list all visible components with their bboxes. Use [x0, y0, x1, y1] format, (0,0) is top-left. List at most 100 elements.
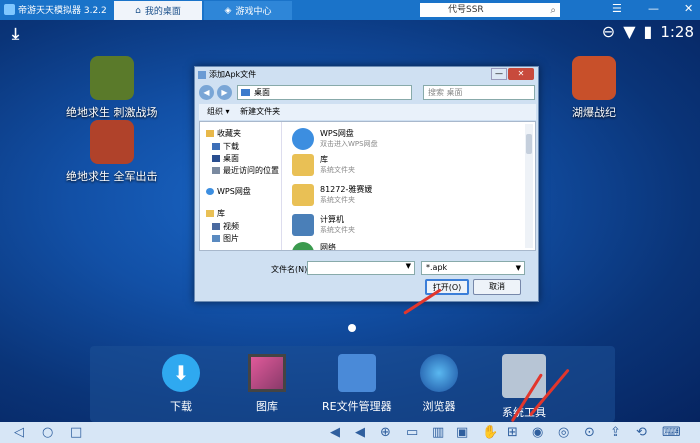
screenshot-icon[interactable]: ▣: [456, 425, 468, 440]
add-apk-dialog: 添加Apk文件 — ✕ ◀ ▶ 桌面 搜索 桌面 组织 ▾ 新建文件夹 收藏夹 …: [194, 66, 539, 302]
app-label: 湖爆战纪: [572, 106, 616, 119]
dialog-content: 收藏夹 下载 桌面 最近访问的位置 WPS网盘 库 视频 图片 WPS网盘 双击进…: [199, 121, 536, 251]
nav-label: 桌面: [223, 154, 239, 163]
close-icon[interactable]: ✕: [684, 2, 693, 15]
scrollbar[interactable]: [525, 124, 533, 248]
file-name: 网络: [320, 243, 336, 250]
minimize-icon[interactable]: —: [648, 2, 659, 15]
volume-down-icon[interactable]: ◀: [330, 425, 340, 440]
nav-desktop[interactable]: 桌面: [212, 153, 239, 164]
dock-system-tools[interactable]: 系统工具: [502, 354, 546, 420]
back-button[interactable]: ◀: [199, 85, 214, 100]
tab-my-desktop[interactable]: ⌂ 我的桌面: [114, 1, 202, 20]
star-icon: [206, 130, 214, 137]
download-icon: ⬇: [162, 354, 200, 392]
filetype-select[interactable]: *.apk ▼: [421, 261, 525, 275]
file-list: WPS网盘 双击进入WPS网盘 库系统文件夹 81272-雅赛媛 系统文件夹 计算机…: [292, 126, 520, 250]
chevron-down-icon: ▼: [515, 264, 521, 272]
dock-re-file-manager[interactable]: RE文件管理器: [322, 354, 392, 414]
network-icon: [292, 242, 314, 250]
gallery-icon: [248, 354, 286, 392]
dialog-search-input[interactable]: 搜索 桌面: [423, 85, 535, 100]
nav-downloads[interactable]: 下载: [212, 141, 239, 152]
filename-input[interactable]: ▼: [307, 261, 415, 275]
globe-icon: [420, 354, 458, 392]
search-placeholder: 搜索 桌面: [428, 88, 463, 97]
file-sub: 系统文件夹: [320, 226, 355, 234]
rotate-icon[interactable]: ⟲: [636, 425, 647, 440]
list-item[interactable]: 81272-雅赛媛 系统文件夹: [292, 184, 372, 206]
keyboard-icon[interactable]: ⌨: [662, 425, 681, 440]
nav-pictures[interactable]: 图片: [212, 233, 239, 244]
new-folder-button[interactable]: 新建文件夹: [240, 107, 280, 116]
cancel-button[interactable]: 取消: [473, 279, 521, 295]
search-input[interactable]: 代号SSR ⌕: [420, 3, 560, 17]
clock: 1:28: [660, 22, 694, 41]
file-name: 81272-雅赛媛: [320, 185, 373, 194]
list-item[interactable]: 计算机 系统文件夹: [292, 214, 355, 236]
emulator-title: 帝游天天模拟器 3.2.2: [18, 6, 107, 16]
app-label: 下载: [170, 400, 192, 413]
nav-videos[interactable]: 视频: [212, 221, 239, 232]
app-pubg-full[interactable]: 绝地求生 全军出击: [66, 120, 158, 184]
emulator-titlebar: 帝游天天模拟器 3.2.2 ⌂ 我的桌面 ◈ 游戏中心 代号SSR ⌕ ☰ — …: [0, 0, 700, 20]
apk-install-icon[interactable]: ⊞: [507, 425, 518, 440]
camera-icon[interactable]: ⊙: [584, 425, 595, 440]
shake-icon[interactable]: ✋: [482, 425, 498, 440]
volume-up-icon[interactable]: ◀: [355, 425, 365, 440]
menu-icon[interactable]: ☰: [612, 2, 622, 15]
nav-wps-cloud[interactable]: WPS网盘: [206, 186, 251, 197]
search-value: 代号SSR: [448, 5, 484, 15]
filename-label: 文件名(N):: [271, 265, 310, 274]
record-icon[interactable]: ◎: [558, 425, 569, 440]
chevron-down-icon[interactable]: ▼: [406, 262, 411, 270]
recents-icon[interactable]: □: [70, 425, 82, 440]
dialog-minimize-button[interactable]: —: [491, 68, 507, 80]
nav-recent[interactable]: 最近访问的位置: [212, 165, 279, 176]
back-icon[interactable]: ◁: [14, 425, 24, 440]
nav-label: 最近访问的位置: [223, 166, 279, 175]
dock-download[interactable]: ⬇ 下载: [162, 354, 200, 414]
dock-gallery[interactable]: 图库: [248, 354, 286, 414]
nav-label: WPS网盘: [217, 187, 251, 196]
nav-label: 视频: [223, 222, 239, 231]
share-icon[interactable]: ⇪: [610, 425, 621, 440]
virtual-keys-icon[interactable]: ⊕: [380, 425, 391, 440]
search-icon[interactable]: ⌕: [550, 4, 556, 18]
emulator-brand: 帝游天天模拟器 3.2.2: [4, 3, 107, 16]
tab-label: 游戏中心: [235, 7, 272, 17]
app-hubao-zhanji[interactable]: 湖爆战纪: [572, 56, 616, 120]
list-item[interactable]: 网络: [292, 242, 336, 250]
list-item[interactable]: WPS网盘 双击进入WPS网盘: [292, 128, 378, 150]
nav-label: 下载: [223, 142, 239, 151]
emulator-logo-icon: [4, 4, 15, 15]
trash-icon[interactable]: ▥: [432, 425, 444, 440]
wifi-icon: ▼: [623, 22, 636, 41]
location-icon[interactable]: ◉: [532, 425, 543, 440]
picture-icon: [212, 235, 220, 242]
address-bar[interactable]: 桌面: [237, 85, 412, 100]
nav-library[interactable]: 库: [206, 208, 225, 219]
pubg-app-icon: [89, 120, 134, 164]
dialog-close-button[interactable]: ✕: [508, 68, 534, 80]
page-indicator: [348, 324, 356, 332]
tab-game-center[interactable]: ◈ 游戏中心: [204, 1, 292, 20]
forward-button[interactable]: ▶: [217, 85, 232, 100]
home-icon: ⌂: [135, 5, 141, 16]
folder-icon[interactable]: ▭: [406, 425, 418, 440]
pubg-app-icon: [89, 56, 134, 100]
home-nav-icon[interactable]: ○: [42, 425, 53, 440]
download-status-icon: ⤓: [12, 24, 20, 43]
computer-icon: [292, 214, 314, 236]
dock-browser[interactable]: 浏览器: [420, 354, 458, 414]
nav-favorites[interactable]: 收藏夹: [206, 128, 241, 139]
list-item[interactable]: 库系统文件夹: [292, 154, 355, 176]
file-sub: 系统文件夹: [320, 196, 355, 204]
file-name: WPS网盘: [320, 129, 354, 138]
app-pubg-stimulus[interactable]: 绝地求生 刺激战场: [66, 56, 158, 120]
scroll-thumb[interactable]: [526, 134, 532, 154]
file-manager-icon: [337, 354, 376, 392]
library-icon: [292, 154, 314, 176]
organize-button[interactable]: 组织 ▾: [207, 107, 230, 116]
file-name: 库: [320, 155, 328, 164]
